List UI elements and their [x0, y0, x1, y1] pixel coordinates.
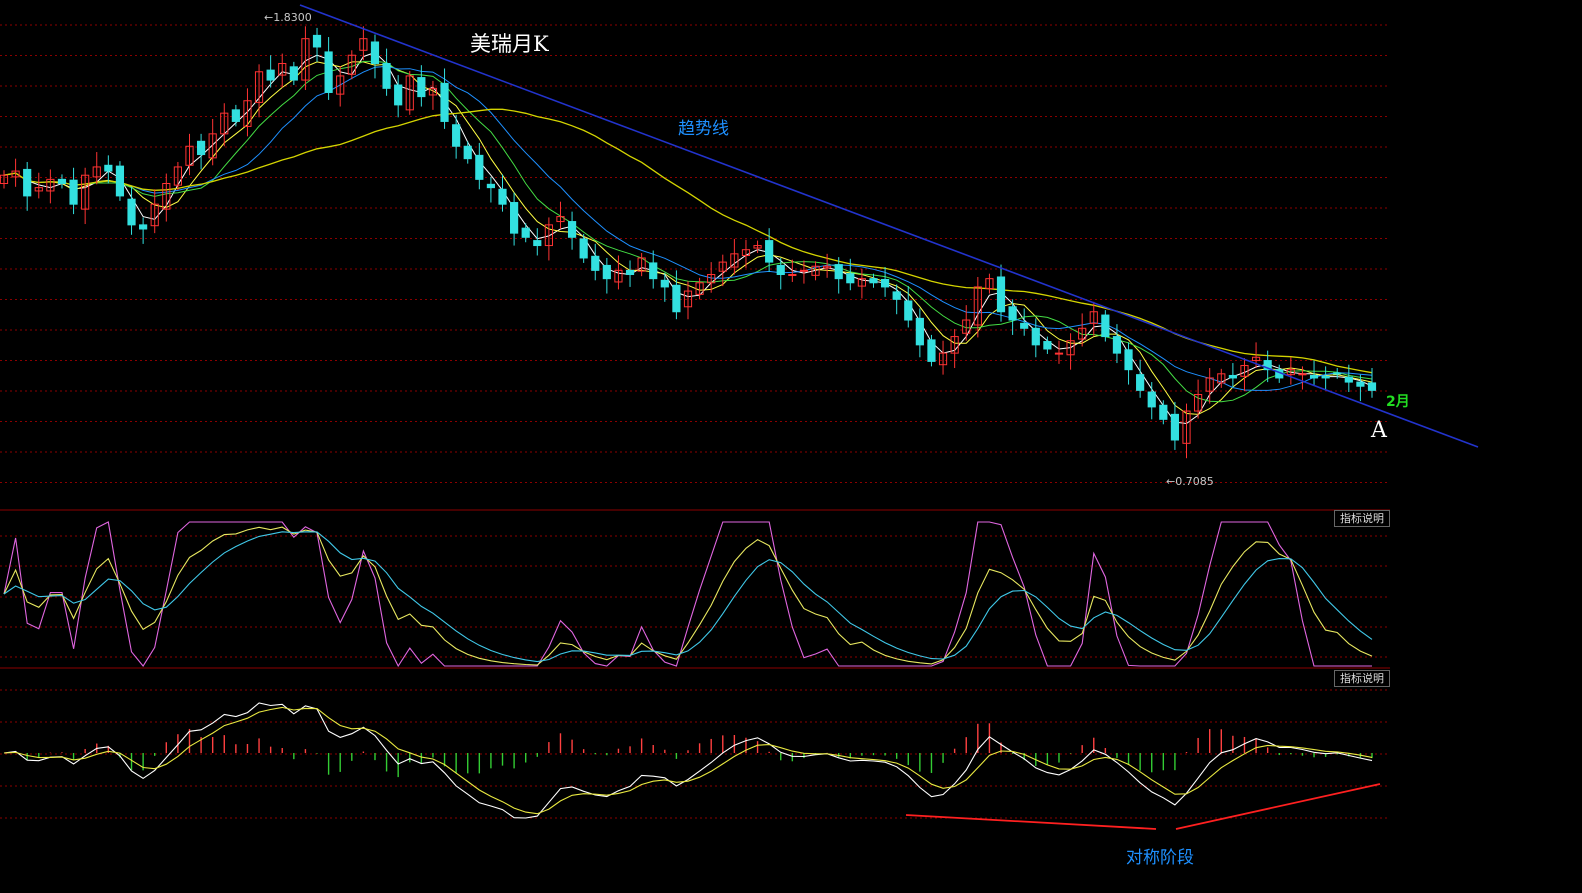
candle-body: [788, 274, 797, 277]
candle-body: [1367, 382, 1377, 391]
kdj-k-line: [3, 526, 1373, 666]
candle-body: [776, 264, 785, 276]
price-chart: [0, 4, 1479, 830]
candle-body: [289, 66, 298, 81]
high-price-label: ←1.8300: [264, 11, 312, 24]
candle-body: [498, 188, 507, 205]
candle-body: [834, 264, 843, 280]
candle-body: [649, 262, 658, 280]
candle-body: [1031, 327, 1040, 346]
candle-body: [139, 224, 148, 230]
trendline-label: 趋势线: [678, 119, 729, 139]
candle-body: [1147, 391, 1156, 408]
trendline: [299, 4, 1479, 448]
candle-body: [324, 51, 333, 93]
candle-body: [1344, 376, 1353, 383]
point-a-label: A: [1371, 418, 1387, 443]
candle-body: [486, 183, 496, 189]
symmetric-stage-label: 对称阶段: [1126, 848, 1194, 868]
low-price-label: ←0.7085: [1166, 475, 1214, 488]
candle-body: [579, 238, 588, 259]
divergence-line-right: [1175, 783, 1381, 830]
candle-body: [196, 140, 206, 156]
candle-body: [1356, 381, 1365, 387]
indicator-info-button-kdj[interactable]: 指标说明: [1334, 510, 1390, 527]
month-label: 2月: [1386, 394, 1410, 410]
macd-dif-line: [3, 702, 1373, 819]
candle-body: [567, 221, 577, 238]
candle-body: [869, 278, 878, 284]
candle-body: [1159, 404, 1168, 420]
low-price-value: 0.7085: [1175, 475, 1214, 488]
candle-body: [1333, 372, 1342, 375]
candle-body: [765, 240, 774, 263]
candle-body: [23, 168, 32, 197]
indicator-info-button-macd[interactable]: 指标说明: [1334, 670, 1390, 687]
candle-body: [1112, 336, 1122, 354]
candle-body: [915, 317, 924, 346]
candle-body: [1309, 374, 1319, 379]
candle-body: [69, 179, 78, 205]
candle-body: [463, 145, 472, 160]
candle-body: [440, 82, 449, 122]
candle-body: [417, 77, 426, 98]
candle-body: [996, 276, 1006, 313]
candle-body: [1228, 374, 1237, 379]
candle-body: [266, 69, 275, 81]
candle-body: [1054, 352, 1064, 355]
candle-body: [1136, 374, 1145, 391]
candle-body: [521, 227, 530, 238]
candle-body: [904, 300, 913, 321]
candle-body: [312, 34, 322, 48]
candle-body: [475, 154, 484, 180]
candle-body: [1008, 306, 1017, 321]
candle-body: [104, 164, 113, 172]
candle-body: [1124, 349, 1133, 371]
candle-body: [452, 124, 461, 147]
candle-body: [394, 84, 403, 106]
chart-title: 美瑞月K: [470, 32, 549, 56]
candle-body: [846, 273, 855, 284]
macd-dea-line: [3, 706, 1373, 815]
ma-mid2-line: [3, 60, 1373, 403]
candle-body: [231, 109, 240, 122]
candle-body: [1170, 413, 1180, 441]
candle-body: [127, 198, 136, 226]
divergence-line-left: [905, 814, 1157, 830]
high-price-value: 1.8300: [273, 11, 312, 24]
candle-body: [602, 264, 611, 280]
candle-body: [1043, 341, 1052, 350]
candle-body: [1321, 375, 1330, 379]
candle-body: [510, 202, 519, 234]
candle-body: [533, 240, 542, 247]
candle-body: [672, 284, 681, 313]
candle-body: [1101, 314, 1110, 338]
candle-body: [591, 255, 600, 271]
candle-body: [927, 339, 936, 362]
candle-body: [1298, 373, 1307, 376]
candle-body: [625, 269, 635, 276]
candle-body: [880, 278, 890, 288]
candle-body: [1020, 322, 1029, 329]
candle-body: [799, 269, 809, 272]
candle-body: [382, 63, 391, 89]
candle-body: [370, 41, 380, 65]
candle-body: [660, 279, 669, 288]
candle-body: [57, 178, 67, 184]
candle-body: [115, 165, 125, 197]
candle-body: [892, 291, 901, 300]
